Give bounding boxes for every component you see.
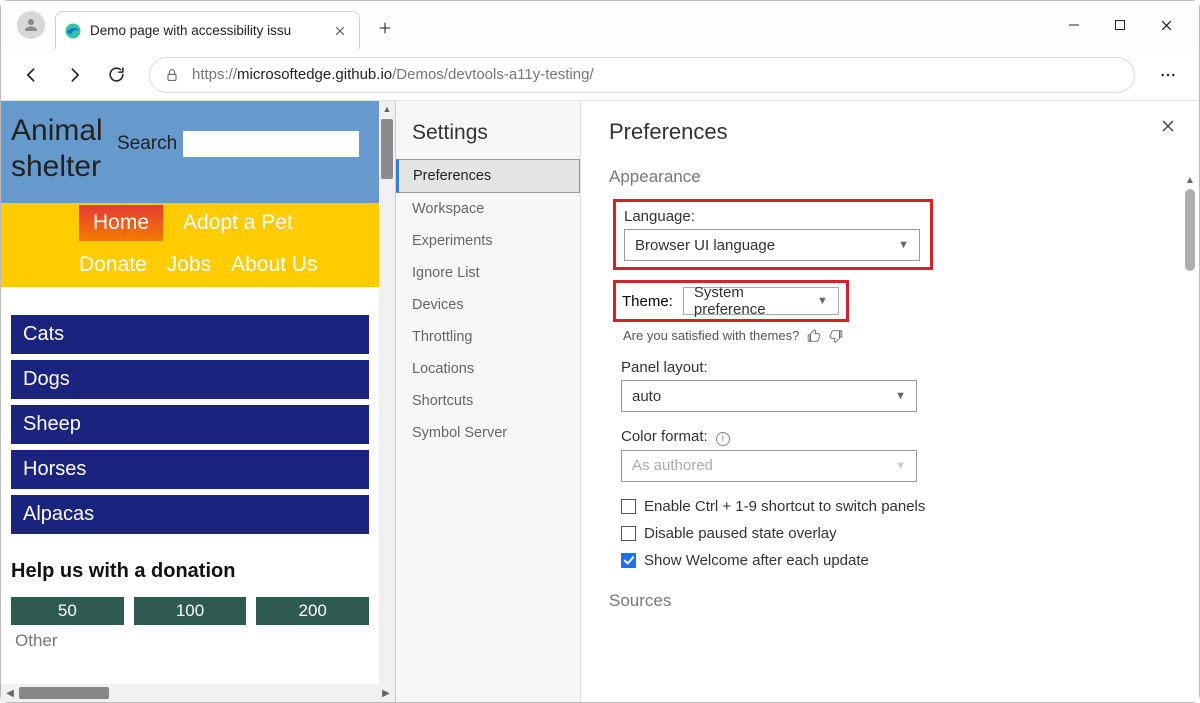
chevron-down-icon: ▼ (895, 390, 906, 402)
window-titlebar: Demo page with accessibility issu (1, 1, 1199, 49)
list-item[interactable]: Cats (11, 315, 369, 354)
refresh-button[interactable] (97, 56, 135, 94)
list-item[interactable]: Horses (11, 450, 369, 489)
scroll-up-icon[interactable]: ▲ (379, 101, 395, 117)
back-button[interactable] (13, 56, 51, 94)
profile-avatar[interactable] (17, 11, 45, 39)
scroll-up-icon[interactable]: ▲ (1183, 173, 1197, 187)
section-heading-sources: Sources (609, 591, 1171, 611)
theme-select[interactable]: System preference▼ (683, 287, 839, 315)
language-label: Language: (624, 208, 922, 225)
donation-amount-button[interactable]: 50 (11, 597, 124, 625)
chevron-down-icon: ▼ (895, 460, 906, 472)
settings-nav-shortcuts[interactable]: Shortcuts (396, 385, 580, 417)
theme-value: System preference (694, 284, 817, 318)
panel-layout-label: Panel layout: (621, 359, 1171, 376)
settings-nav-throttling[interactable]: Throttling (396, 321, 580, 353)
settings-nav-ignore-list[interactable]: Ignore List (396, 257, 580, 289)
scroll-right-icon[interactable]: ▶ (377, 688, 395, 699)
browser-tab[interactable]: Demo page with accessibility issu (55, 11, 360, 49)
browser-toolbar: https://microsoftedge.github.io/Demos/de… (1, 49, 1199, 101)
new-tab-button[interactable] (368, 11, 402, 45)
panel-layout-select[interactable]: auto ▼ (621, 380, 917, 412)
tab-close-icon[interactable] (331, 22, 349, 40)
donation-other-label: Other (15, 631, 369, 651)
language-value: Browser UI language (635, 237, 775, 254)
thumbs-up-icon[interactable] (807, 329, 821, 343)
thumbs-down-icon[interactable] (829, 329, 843, 343)
checkbox-ctrl-shortcut[interactable] (621, 499, 636, 514)
highlight-theme: Theme: System preference▼ (613, 280, 849, 322)
checkbox-label: Disable paused state overlay (644, 525, 837, 542)
settings-main: Preferences Appearance Language: Browser… (581, 101, 1199, 702)
info-icon[interactable]: i (716, 432, 730, 446)
settings-close-button[interactable] (1157, 115, 1179, 137)
browser-menu-button[interactable] (1149, 56, 1187, 94)
devtools-panel: Settings Preferences Workspace Experimen… (396, 101, 1199, 702)
settings-nav-workspace[interactable]: Workspace (396, 193, 580, 225)
window-maximize-button[interactable] (1097, 5, 1143, 45)
checkbox-show-welcome[interactable] (621, 553, 636, 568)
section-heading-appearance: Appearance (609, 167, 1171, 187)
scrollbar-thumb[interactable] (19, 687, 109, 699)
nav-jobs[interactable]: Jobs (167, 253, 211, 277)
window-minimize-button[interactable] (1051, 5, 1097, 45)
theme-feedback: Are you satisfied with themes? (623, 328, 1171, 343)
settings-nav-locations[interactable]: Locations (396, 353, 580, 385)
checkbox-label: Show Welcome after each update (644, 552, 869, 569)
vertical-scrollbar[interactable]: ▲ (379, 101, 395, 684)
address-bar[interactable]: https://microsoftedge.github.io/Demos/de… (149, 57, 1135, 93)
edge-favicon (64, 22, 82, 40)
site-nav: Home Adopt a Pet Donate Jobs About Us (1, 203, 379, 287)
settings-nav-preferences[interactable]: Preferences (396, 159, 580, 193)
settings-nav-devices[interactable]: Devices (396, 289, 580, 321)
list-item[interactable]: Dogs (11, 360, 369, 399)
checkbox-paused-overlay[interactable] (621, 526, 636, 541)
color-format-select[interactable]: As authored ▼ (621, 450, 917, 482)
settings-scrollbar[interactable]: ▲ (1183, 173, 1197, 698)
lock-icon (164, 67, 180, 83)
site-header: Animalshelter Search (1, 101, 379, 203)
settings-title: Settings (396, 115, 580, 159)
panel-layout-value: auto (632, 388, 661, 405)
window-close-button[interactable] (1143, 5, 1189, 45)
checkbox-label: Enable Ctrl + 1-9 shortcut to switch pan… (644, 498, 925, 515)
theme-label: Theme: (622, 293, 673, 310)
highlight-language: Language: Browser UI language ▼ (613, 199, 933, 270)
nav-donate[interactable]: Donate (79, 253, 147, 277)
donation-amount-button[interactable]: 100 (134, 597, 247, 625)
donation-heading: Help us with a donation (11, 560, 369, 583)
scrollbar-thumb[interactable] (1185, 189, 1195, 271)
nav-about[interactable]: About Us (231, 253, 317, 277)
list-item[interactable]: Sheep (11, 405, 369, 444)
chevron-down-icon: ▼ (817, 295, 828, 307)
page-title: Preferences (609, 119, 1171, 145)
horizontal-scrollbar[interactable]: ◀ ▶ (1, 684, 395, 702)
nav-adopt[interactable]: Adopt a Pet (183, 211, 293, 235)
settings-nav-experiments[interactable]: Experiments (396, 225, 580, 257)
search-label: Search (117, 133, 177, 155)
page-viewport: Animalshelter Search Home Adopt a Pet Do… (1, 101, 396, 702)
search-input[interactable] (183, 131, 359, 157)
scrollbar-thumb[interactable] (381, 119, 393, 179)
settings-nav-symbol-server[interactable]: Symbol Server (396, 417, 580, 449)
tab-title: Demo page with accessibility issu (90, 23, 325, 38)
color-format-label: Color format: i (621, 428, 1171, 446)
scroll-left-icon[interactable]: ◀ (1, 688, 19, 699)
url-text: https://microsoftedge.github.io/Demos/de… (192, 66, 594, 83)
donation-amount-button[interactable]: 200 (256, 597, 369, 625)
forward-button[interactable] (55, 56, 93, 94)
language-select[interactable]: Browser UI language ▼ (624, 229, 920, 261)
color-format-value: As authored (632, 457, 713, 474)
nav-home[interactable]: Home (79, 205, 163, 241)
chevron-down-icon: ▼ (898, 239, 909, 251)
animal-list: Cats Dogs Sheep Horses Alpacas (1, 287, 379, 544)
settings-sidebar: Settings Preferences Workspace Experimen… (396, 101, 581, 702)
list-item[interactable]: Alpacas (11, 495, 369, 534)
donation-section: Help us with a donation 50 100 200 Other (1, 544, 379, 657)
